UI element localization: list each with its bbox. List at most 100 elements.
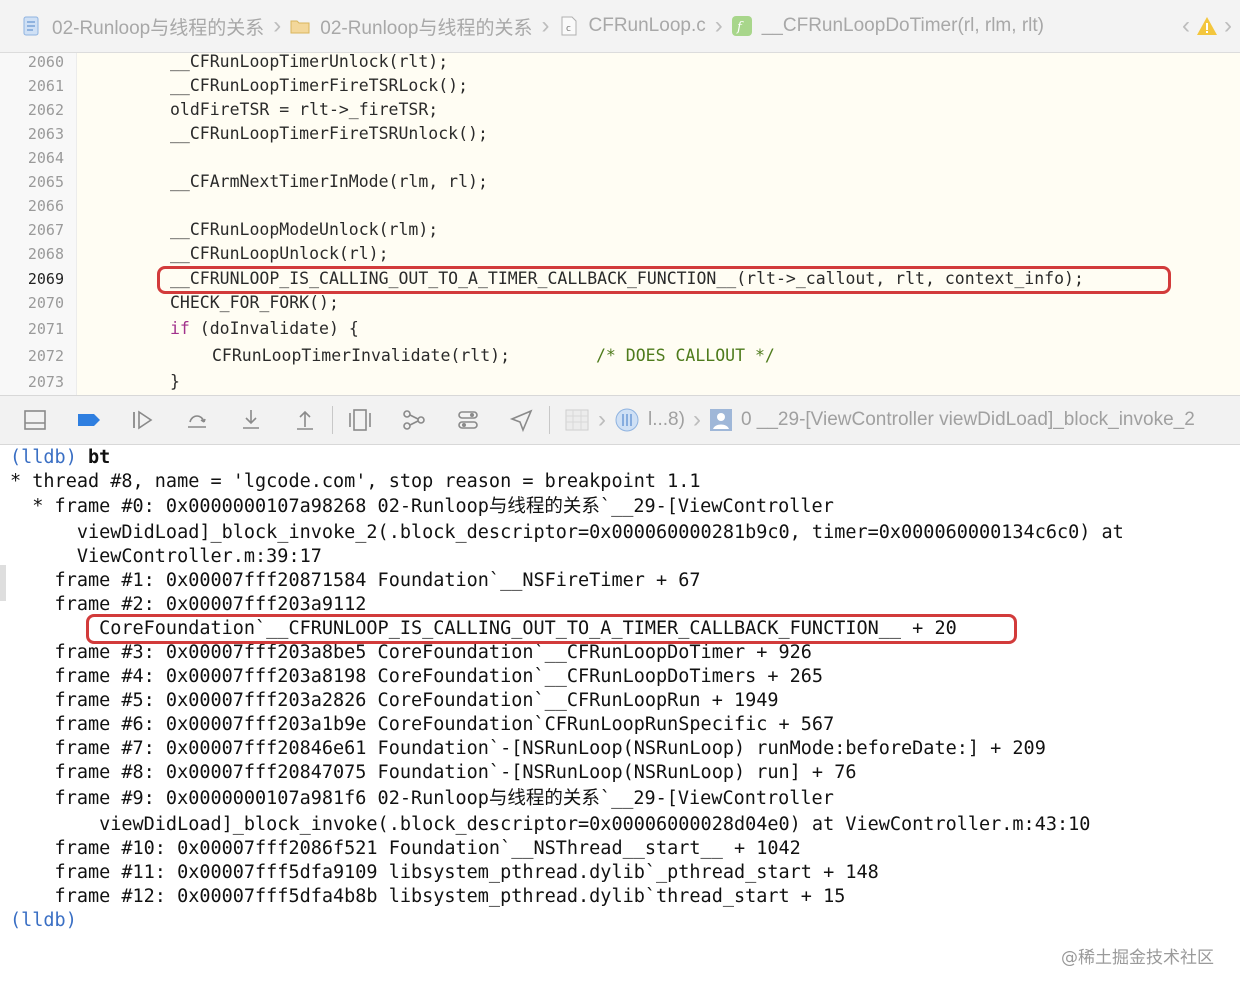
breadcrumb-folder[interactable]: 02-Runloop与线程的关系 <box>290 13 533 40</box>
console-line: viewDidLoad]_block_invoke_2(.block_descr… <box>10 522 1124 543</box>
console-line: frame #4: 0x00007fff203a8198 CoreFoundat… <box>10 666 824 687</box>
simulate-location-icon[interactable] <box>509 407 535 433</box>
breakpoints-toggle-icon[interactable] <box>76 407 102 433</box>
lldb-console[interactable]: (lldb) bt * thread #8, name = 'lgcode.co… <box>0 445 1240 995</box>
step-over-icon[interactable] <box>184 407 210 433</box>
code-line: 2067 __CFRunLoopModeUnlock(rlm); <box>0 218 1240 242</box>
line-number: 2073 <box>27 373 64 391</box>
code-line: 2073} <box>0 370 1240 394</box>
line-number: 2067 <box>27 221 64 239</box>
function-icon: f <box>731 16 752 36</box>
forward-chevron-icon[interactable]: › <box>1224 12 1232 40</box>
breadcrumb-function[interactable]: f __CFRunLoopDoTimer(rl, rlm, rlt) <box>731 15 1044 37</box>
code-line: 2068 __CFRunLoopUnlock(rl); <box>0 242 1240 266</box>
code-text: __CFRunLoopTimerUnlock(rlt); <box>170 53 449 71</box>
code-text: oldFireTSR = rlt->_fireTSR; <box>170 100 439 119</box>
console-line: viewDidLoad]_block_invoke(.block_descrip… <box>10 814 1091 835</box>
breadcrumb-label: CFRunLoop.c <box>588 15 706 36</box>
line-number: 2068 <box>27 245 64 263</box>
chevron-right-icon: › <box>541 12 550 39</box>
code-line: 2060 __CFRunLoopTimerUnlock(rlt); <box>0 53 1240 74</box>
continue-icon[interactable] <box>130 407 156 433</box>
line-number: 2070 <box>27 294 64 312</box>
code-text: (doInvalidate) { <box>189 319 359 338</box>
console-line: frame #9: 0x0000000107a981f6 02-Runloop与… <box>10 788 834 809</box>
debug-toolbar: › l...8) › 0 __29-[ViewController viewDi… <box>0 395 1240 445</box>
highlight-annotation-box <box>157 266 1171 294</box>
console-end-prompt[interactable]: (lldb) <box>10 909 77 933</box>
line-number: 2063 <box>27 125 64 143</box>
console-line: frame #7: 0x00007fff20846e61 Foundation`… <box>10 738 1046 759</box>
code-line: 2063 __CFRunLoopTimerFireTSRUnlock(); <box>0 122 1240 146</box>
scrollbar-thumb[interactable] <box>0 565 6 601</box>
code-text: CFRunLoopTimerInvalidate(rlt); <box>212 346 511 365</box>
console-line: frame #12: 0x00007fff5dfa4b8b libsystem_… <box>10 886 846 907</box>
console-line: ViewController.m:39:17 <box>10 546 322 567</box>
step-out-icon[interactable] <box>292 407 318 433</box>
console-prompt-line: (lldb) bt <box>10 446 110 470</box>
code-text: __CFRunLoopModeUnlock(rlm); <box>170 220 439 239</box>
stack-frame-icon[interactable] <box>709 408 733 432</box>
lldb-prompt: (lldb) <box>10 447 77 468</box>
breadcrumb-label: 02-Runloop与线程的关系 <box>52 17 265 39</box>
code-text: __CFRunLoopTimerFireTSRUnlock(); <box>170 124 488 143</box>
chevron-right-icon: › <box>273 12 282 39</box>
code-line: 2071 if (doInvalidate) { <box>0 317 1240 341</box>
source-editor[interactable]: 2060 __CFRunLoopTimerUnlock(rlt); 2061 __C… <box>0 53 1240 395</box>
view-hierarchy-icon[interactable] <box>347 407 373 433</box>
memory-graph-icon[interactable] <box>401 407 427 433</box>
console-line: frame #8: 0x00007fff20847075 Foundation`… <box>10 762 857 783</box>
console-line: frame #10: 0x00007fff2086f521 Foundation… <box>10 838 801 859</box>
code-line: 2065 __CFArmNextTimerInMode(rlm, rl); <box>0 170 1240 194</box>
code-line: 2064 <box>0 146 1240 170</box>
chevron-right-icon: › <box>692 406 701 433</box>
console-line: frame #6: 0x00007fff203a1b9e CoreFoundat… <box>10 714 835 735</box>
code-text: __CFRunLoopTimerFireTSRLock(); <box>170 76 469 95</box>
console-line: frame #11: 0x00007fff5dfa9109 libsystem_… <box>10 862 879 883</box>
breadcrumb-file[interactable]: c CFRunLoop.c <box>559 15 706 37</box>
console-line: frame #1: 0x00007fff20871584 Foundation`… <box>10 570 701 591</box>
code-text: } <box>170 372 180 391</box>
console-line: * thread #8, name = 'lgcode.com', stop r… <box>10 471 701 492</box>
environment-overrides-icon[interactable] <box>455 407 481 433</box>
toolbar-divider <box>332 406 333 434</box>
line-number: 2071 <box>27 320 64 338</box>
thread-label[interactable]: l...8) <box>648 409 685 431</box>
code-line: 2070 CHECK_FOR_FORK(); <box>0 291 1240 315</box>
frame-label[interactable]: 0 __29-[ViewController viewDidLoad]_bloc… <box>741 409 1195 431</box>
step-into-icon[interactable] <box>238 407 264 433</box>
back-chevron-icon[interactable]: ‹ <box>1182 12 1190 40</box>
warning-icon[interactable] <box>1196 15 1218 37</box>
code-text: CHECK_FOR_FORK(); <box>170 293 339 312</box>
folder-icon <box>290 20 310 34</box>
lldb-command: bt <box>87 447 111 468</box>
watermark: @稀土掘金技术社区 <box>1061 948 1214 968</box>
console-line: * frame #0: 0x0000000107a98268 02-Runloo… <box>10 496 834 517</box>
line-number: 2066 <box>27 197 64 215</box>
console-line: frame #3: 0x00007fff203a8be5 CoreFoundat… <box>10 642 812 663</box>
breadcrumb-project[interactable]: 02-Runloop与线程的关系 <box>22 13 264 40</box>
line-number: 2062 <box>27 101 64 119</box>
line-number: 2061 <box>27 77 64 95</box>
svg-text:c: c <box>566 24 571 34</box>
project-icon <box>23 16 39 36</box>
highlight-annotation-box <box>86 614 1017 644</box>
code-line: 2072 CFRunLoopTimerInvalidate(rlt); /* DOE… <box>0 344 1240 368</box>
debug-breadcrumb: › l...8) › 0 __29-[ViewController viewDi… <box>564 406 1195 434</box>
keyword: if <box>170 319 190 338</box>
thread-icon[interactable] <box>614 407 640 433</box>
c-file-icon: c <box>561 16 576 36</box>
jump-bar-nav: ‹ › <box>1182 12 1232 40</box>
breadcrumb-label: __CFRunLoopDoTimer(rl, rlm, rlt) <box>761 15 1044 36</box>
hide-debug-area-icon[interactable] <box>22 407 48 433</box>
toolbar-divider <box>549 406 550 434</box>
code-line: 2061 __CFRunLoopTimerFireTSRLock(); <box>0 74 1240 98</box>
code-line: 2062 oldFireTSR = rlt->_fireTSR; <box>0 98 1240 122</box>
code-line: 2066 <box>0 194 1240 218</box>
code-text: __CFRunLoopUnlock(rl); <box>170 244 389 263</box>
process-icon[interactable] <box>564 407 590 433</box>
line-number: 2060 <box>27 53 64 71</box>
line-number: 2069 <box>27 270 64 288</box>
line-number: 2072 <box>27 347 64 365</box>
code-text: __CFArmNextTimerInMode(rlm, rl); <box>170 172 488 191</box>
